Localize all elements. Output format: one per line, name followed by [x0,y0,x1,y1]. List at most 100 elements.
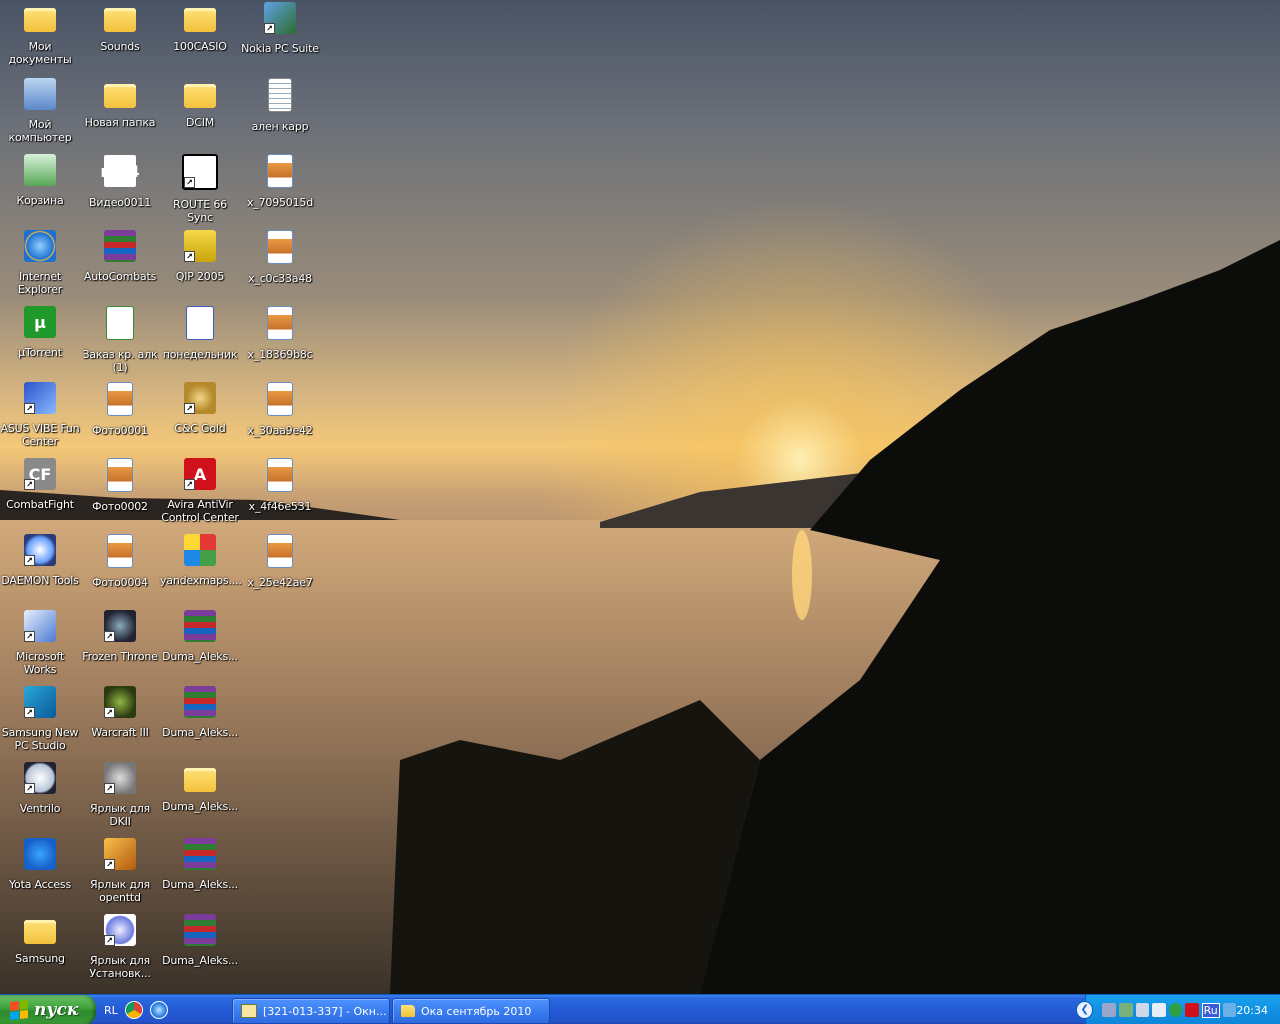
desktop-icon[interactable]: ↗ Ventrilo [0,760,80,836]
desktop-icon[interactable]: ↗ Ярлык для DKII [80,760,160,836]
desktop-icon[interactable]: Фото0001 [80,380,160,456]
desktop-icon[interactable]: Duma_Aleks... [160,684,240,760]
desktop-icon-label: x_30aa9e42 [247,424,313,437]
image-file-icon [267,382,293,416]
desktop-icon[interactable]: Новая папка [80,76,160,152]
route66-icon: 66 ↗ [182,154,218,190]
volume-icon[interactable] [1152,1003,1166,1017]
network-icon[interactable] [1119,1003,1133,1017]
desktop-icon-label: Nokia PC Suite [241,42,319,55]
recycle-bin-icon [24,154,56,186]
shortcut-arrow-icon: ↗ [24,783,35,794]
installer-icon: ↗ [104,914,136,946]
chrome-icon[interactable] [125,1002,142,1018]
desktop-icon[interactable]: Internet Explorer [0,228,80,304]
task-label: Ока сентябрь 2010 [421,1004,532,1018]
desktop-icon[interactable]: Duma_Aleks... [160,608,240,684]
desktop-icon-label: Duma_Aleks... [162,726,238,739]
desktop-icon[interactable]: A ↗ Avira AntiVir Control Center [160,456,240,532]
desktop-icon[interactable]: DCIM [160,76,240,152]
desktop-icon[interactable]: Samsung [0,912,80,988]
taskbar-task-folder[interactable]: Ока сентябрь 2010 [392,998,550,1024]
desktop-icon[interactable]: ↗ DAEMON Tools [0,532,80,608]
tray-expand-icon[interactable]: ❮ [1076,1001,1094,1019]
desktop-icon-label: Фото0001 [92,424,148,437]
image-file-icon [107,382,133,416]
desktop-icon[interactable]: ↗ ASUS VIBE Fun Center [0,380,80,456]
desktop-icon[interactable]: x_18369b8c [240,304,320,380]
desktop[interactable]: Мои документы Мой компьютер Корзина Interne… [0,0,1280,994]
avira-umbrella-icon[interactable] [1185,1003,1199,1017]
taskbar-task-window[interactable]: [321-013-337] - Окн... [232,998,390,1024]
shortcut-arrow-icon: ↗ [104,631,115,642]
desktop-icon-label: Samsung New PC Studio [1,726,79,752]
desktop-icon[interactable]: Мой компьютер [0,76,80,152]
desktop-icon[interactable]: ↗ QIP 2005 [160,228,240,304]
desktop-icon[interactable]: Duma_Aleks... [160,912,240,988]
rar-archive-icon [104,230,136,262]
display-settings-icon[interactable] [1222,1003,1237,1017]
desktop-icon[interactable]: Фото0002 [80,456,160,532]
shield-icon[interactable] [1102,1003,1116,1017]
desktop-icon[interactable]: ↗ Microsoft Works [0,608,80,684]
ie-quicklaunch-icon[interactable] [149,1001,168,1019]
desktop-icon[interactable]: Мои документы [0,0,80,76]
folder-icon [184,768,216,792]
desktop-icon[interactable]: x_25e42ae7 [240,532,320,608]
desktop-icon[interactable]: Yota Access [0,836,80,912]
desktop-icon[interactable]: µ µTorrent [0,304,80,380]
openttd-icon: ↗ [104,838,136,870]
desktop-icon[interactable]: mp4 Видео0011 [80,152,160,228]
desktop-icon[interactable]: x_c0c33a48 [240,228,320,304]
desktop-icon-label: Фото0002 [92,500,148,513]
start-button[interactable]: пуск [0,995,96,1024]
desktop-icon-label: Duma_Aleks... [162,954,238,967]
desktop-icon[interactable]: Sounds [80,0,160,76]
shortcut-arrow-icon: ↗ [184,177,195,188]
desktop-icon[interactable]: x_7095015d [240,152,320,228]
desktop-icon[interactable]: ↗ Ярлык для openttd [80,836,160,912]
desktop-icon[interactable]: Duma_Aleks... [160,760,240,836]
desktop-icon[interactable]: x_30aa9e42 [240,380,320,456]
desktop-icon-label: x_25e42ae7 [247,576,313,589]
desktop-icon[interactable]: 100CASIO [160,0,240,76]
desktop-icon[interactable]: Заказ кр. алк (1) [80,304,160,380]
shortcut-arrow-icon: ↗ [184,403,195,414]
desktop-icon[interactable]: CF ↗ CombatFight [0,456,80,532]
desktop-icon[interactable]: 66 ↗ ROUTE 66 Sync [160,152,240,228]
desktop-icon[interactable]: x_4f46e531 [240,456,320,532]
desktop-icon[interactable]: ↗ Ярлык для Установк... [80,912,160,988]
desktop-icon-label: Фото0004 [92,576,148,589]
desktop-icon-label: AutoCombats [83,270,157,283]
shortcut-arrow-icon: ↗ [104,783,115,794]
desktop-icon[interactable]: Корзина [0,152,80,228]
desktop-icon[interactable]: ↗ C&C Gold [160,380,240,456]
desktop-icon[interactable]: ален карр [240,76,320,152]
desktop-icon-label: yandexmaps.... [160,574,242,587]
desktop-icon[interactable]: ↗ Frozen Throne [80,608,160,684]
microsoft-works-icon: ↗ [24,610,56,642]
desktop-icon-label: ROUTE 66 Sync [173,198,227,224]
shortcut-arrow-icon: ↗ [264,23,275,34]
language-indicator[interactable]: Ru [1201,1002,1220,1018]
desktop-icon-label: Sounds [100,40,140,53]
desktop-icon-label: DAEMON Tools [1,574,79,587]
eye-icon[interactable] [1168,1003,1183,1017]
clock[interactable]: 20:34 [1236,1004,1268,1017]
desktop-icon-label: Duma_Aleks... [162,650,238,663]
language-bar-button[interactable]: RL [104,1004,118,1017]
video-file-icon: mp4 [100,154,140,188]
desktop-icon-label: Ярлык для DKII [90,802,150,828]
desktop-icon[interactable]: AutoCombats [80,228,160,304]
desktop-icon[interactable]: ↗ Warcraft III [80,684,160,760]
desktop-icon[interactable]: Duma_Aleks... [160,836,240,912]
desktop-icon[interactable]: ↗ Nokia PC Suite [240,0,320,76]
desktop-icon[interactable]: Фото0004 [80,532,160,608]
desktop-icon[interactable]: понедельник [160,304,240,380]
system-tray: ❮ Ru 20:34 [1076,995,1280,1024]
desktop-icon[interactable]: yandexmaps.... [160,532,242,608]
monitor-icon[interactable] [1135,1003,1150,1017]
desktop-icon-label: Заказ кр. алк (1) [82,348,158,374]
desktop-icon[interactable]: ↗ Samsung New PC Studio [0,684,80,760]
desktop-icon-label: Корзина [16,194,64,207]
